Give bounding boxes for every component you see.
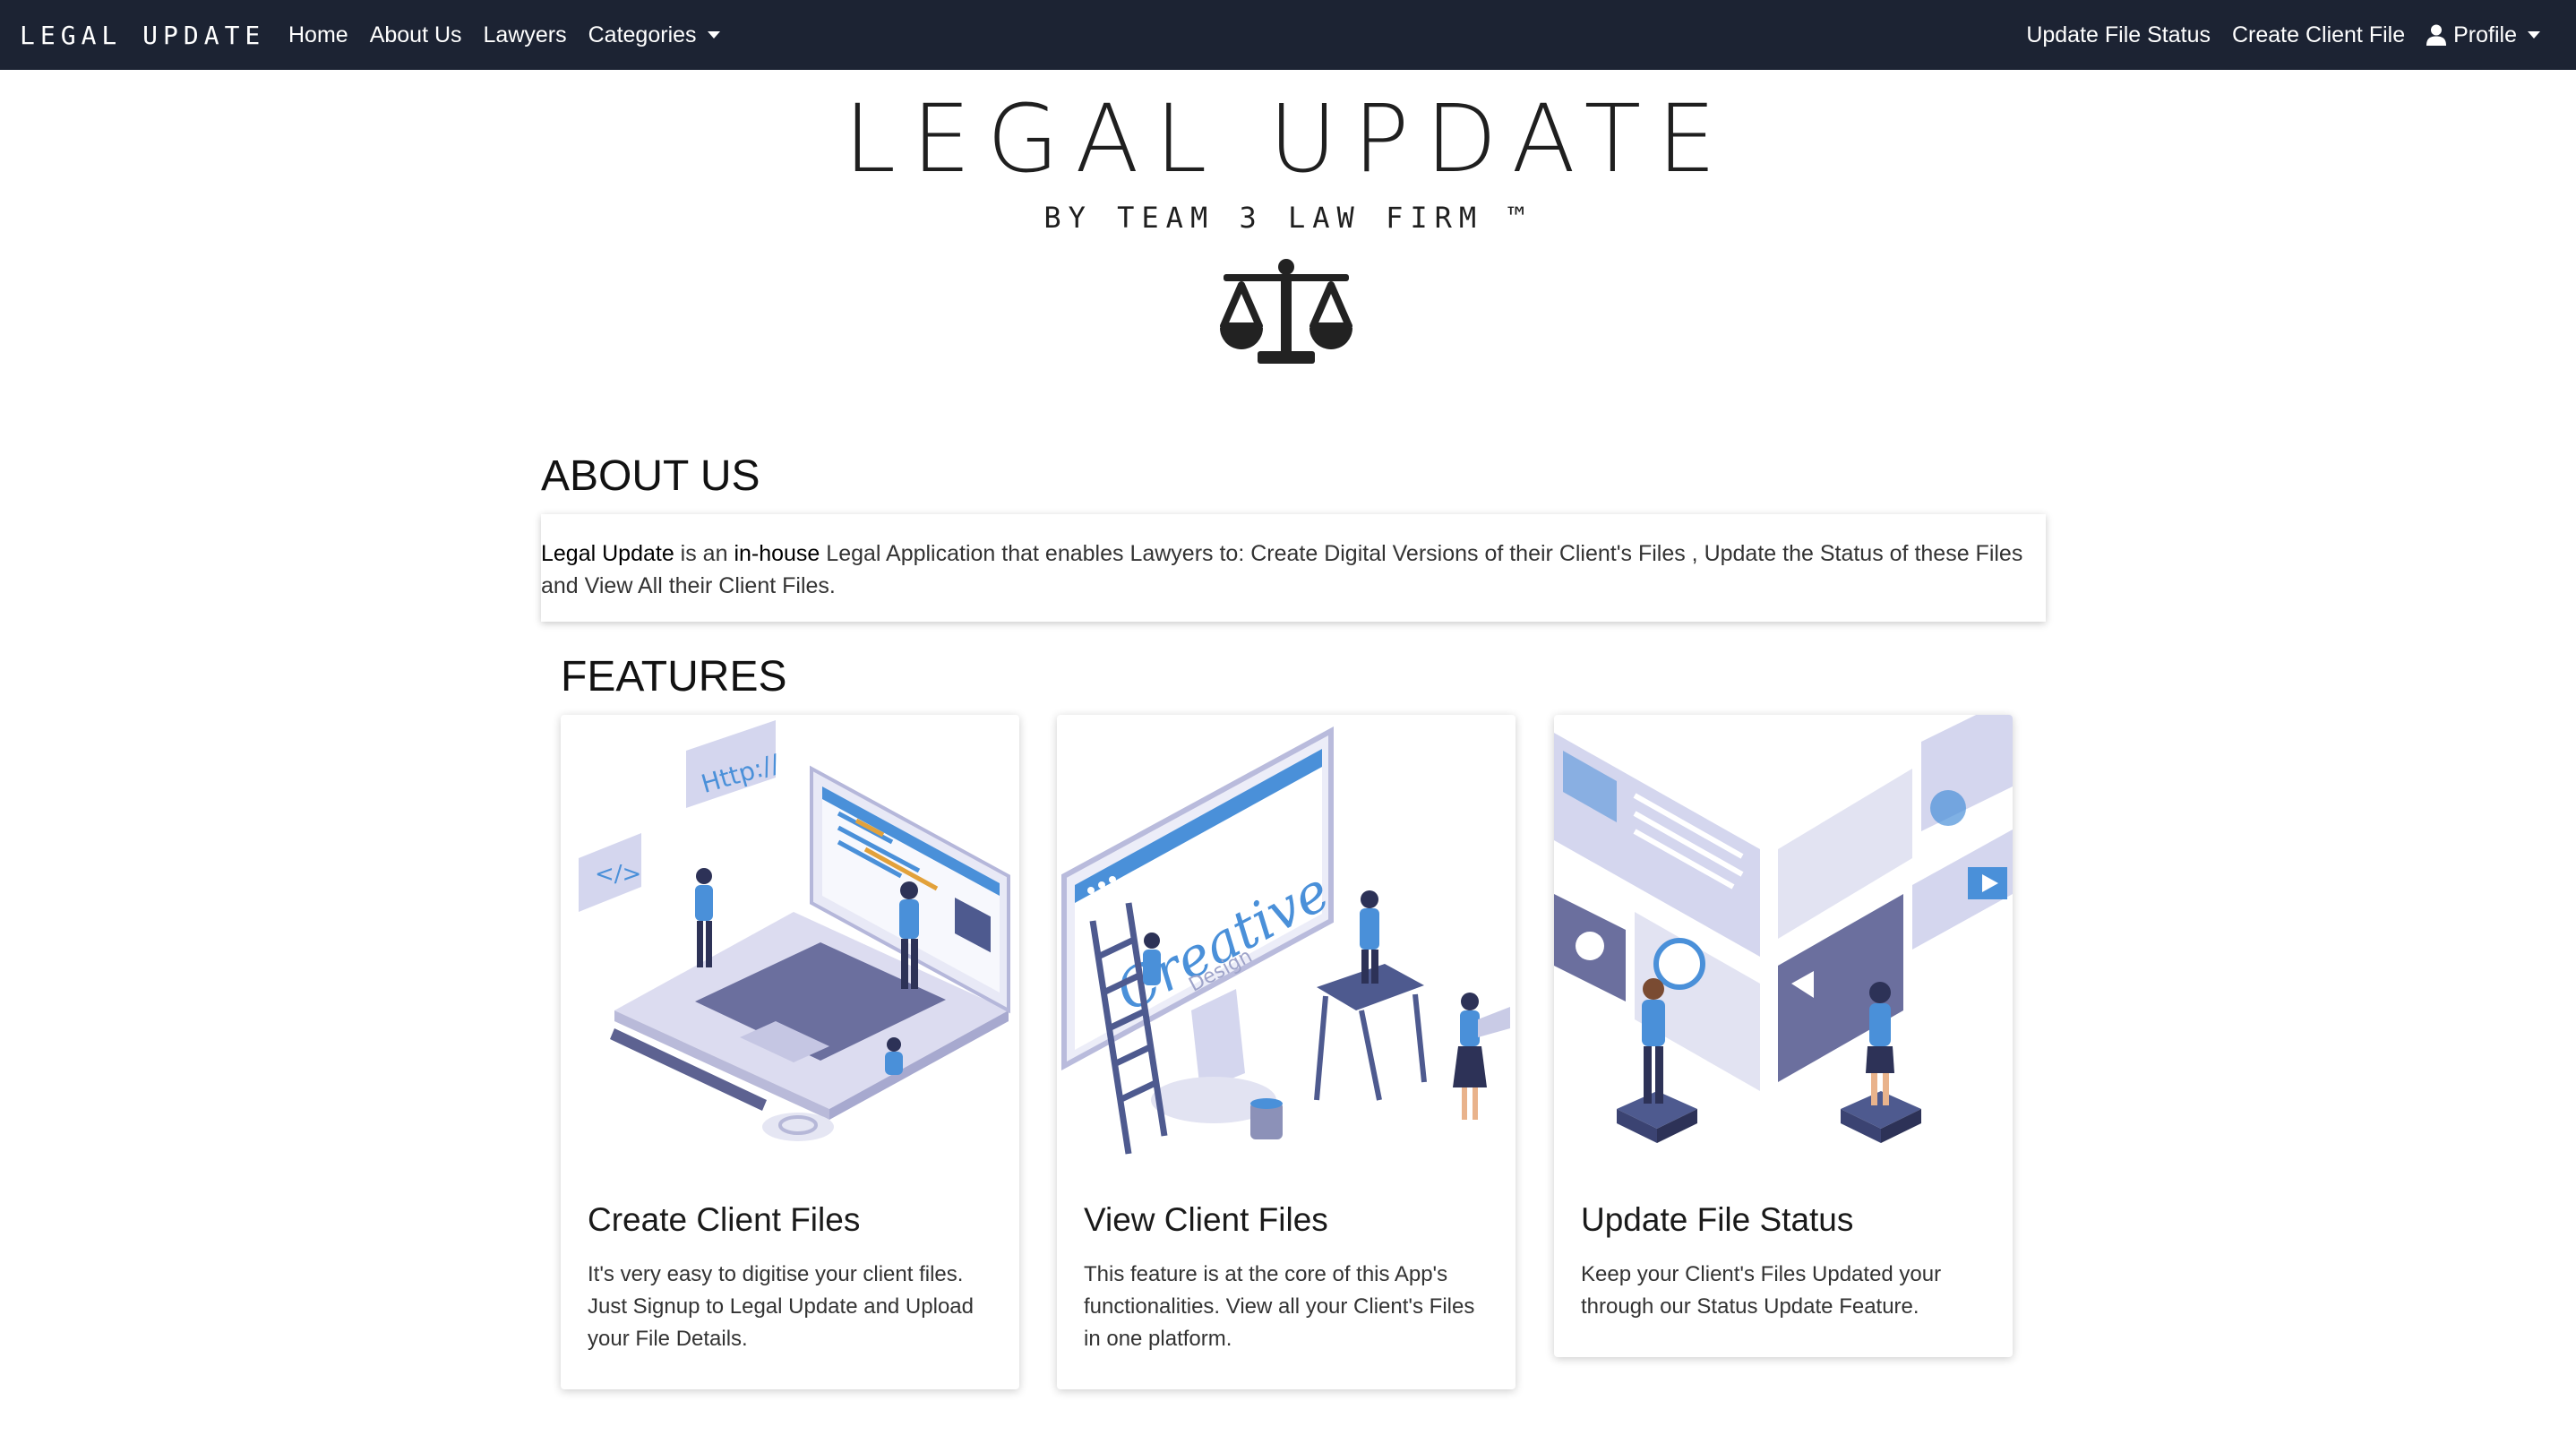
about-heading: ABOUT US [541, 452, 760, 500]
main-nav: Home About Us Lawyers Categories [288, 0, 720, 70]
about-description: Legal Update is an in-house Legal Applic… [541, 514, 2046, 622]
feature-card-create: </> Http:// Create Client Files It's ver… [561, 715, 1019, 1389]
nav-home[interactable]: Home [288, 22, 348, 48]
developer-laptop-illustration: </> Http:// [579, 720, 1010, 1141]
nav-profile-label: Profile [2453, 21, 2517, 47]
user-icon [2426, 24, 2447, 46]
feature-card-view: Creative Design View Client Files This f… [1057, 715, 1516, 1389]
card-text: It's very easy to digitise your client f… [588, 1262, 974, 1351]
svg-text:</>: </> [595, 861, 641, 888]
card-body: View Client Files This feature is at the… [1057, 1167, 1516, 1389]
hero-title: LEGAL UPDATE [844, 84, 1732, 193]
features-heading: FEATURES [561, 653, 787, 701]
card-text: Keep your Client's Files Updated your th… [1581, 1262, 1942, 1319]
card-text: This feature is at the core of this App'… [1084, 1262, 1475, 1351]
nav-categories-label: Categories [588, 21, 697, 47]
top-navbar: LEGAL UPDATE Home About Us Lawyers Categ… [0, 0, 2576, 70]
nav-categories-dropdown[interactable]: Categories [588, 22, 720, 48]
nav-update-file-status[interactable]: Update File Status [2026, 22, 2211, 48]
nav-lawyers[interactable]: Lawyers [484, 22, 567, 48]
brand-logo[interactable]: LEGAL UPDATE [20, 16, 265, 54]
hero-subtitle: BY TEAM 3 LAW FIRM ™ [1043, 201, 1533, 235]
card-body: Create Client Files It's very easy to di… [561, 1167, 1019, 1389]
feature-card-update: Update File Status Keep your Client's Fi… [1554, 715, 2013, 1357]
caret-down-icon [707, 31, 720, 39]
about-text-1: is an [674, 541, 734, 566]
card-title: View Client Files [1084, 1201, 1328, 1238]
card-title: Update File Status [1581, 1201, 1854, 1238]
nav-about-us[interactable]: About Us [370, 22, 462, 48]
about-in-house: in-house [734, 541, 820, 566]
dashboard-panels-illustration [1554, 715, 2013, 1143]
card-title: Create Client Files [588, 1201, 861, 1238]
caret-down-icon [2528, 31, 2540, 39]
nav-profile-dropdown[interactable]: Profile [2426, 22, 2540, 48]
user-nav: Update File Status Create Client File Pr… [2026, 0, 2540, 70]
card-body: Update File Status Keep your Client's Fi… [1554, 1167, 2013, 1357]
creative-design-monitor-illustration: Creative Design [1061, 726, 1510, 1155]
about-app-name: Legal Update [541, 541, 674, 566]
nav-create-client-file[interactable]: Create Client File [2232, 22, 2405, 48]
scales-of-justice-icon [1220, 259, 1352, 364]
